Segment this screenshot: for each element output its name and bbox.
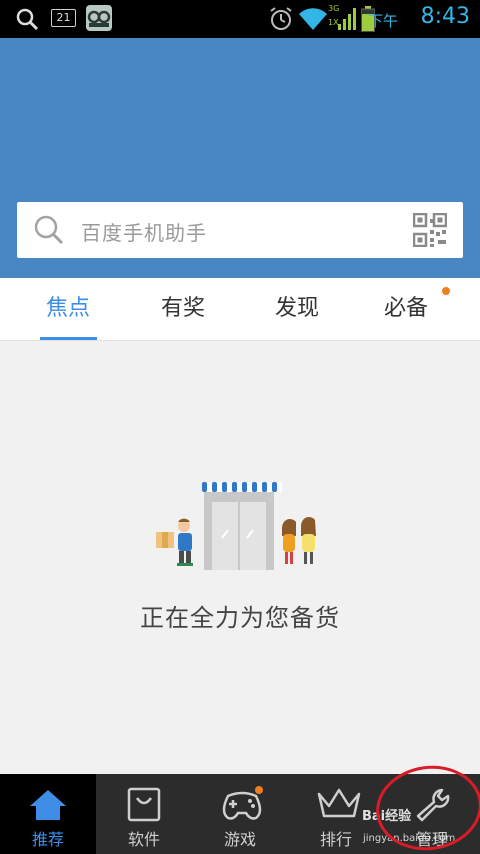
home-icon <box>30 790 66 820</box>
status-time: 8:43 <box>420 4 470 29</box>
active-tab-indicator <box>40 337 97 340</box>
status-ampm: 下午 <box>367 12 398 30</box>
signal-icon <box>338 8 356 30</box>
nav-software[interactable]: 软件 <box>96 774 192 854</box>
nav-recommend-label: 推荐 <box>31 830 64 849</box>
essentials-badge-dot <box>442 287 450 295</box>
calendar-icon: 21 <box>51 9 76 27</box>
qr-scan-icon[interactable] <box>413 213 447 247</box>
tab-rewards[interactable]: 有奖 <box>123 278 243 341</box>
empty-state-panel: 正在全力为您备货 <box>0 342 480 774</box>
tab-focus[interactable]: 焦点 <box>8 278 128 341</box>
wifi-icon <box>299 8 327 30</box>
nav-games-label: 游戏 <box>223 830 256 849</box>
search-bar[interactable]: 百度手机助手 <box>17 202 463 258</box>
tab-bar: 焦点 有奖 发现 必备 <box>0 278 480 341</box>
status-bar: 21 3G 1X 下午 8:43 <box>0 0 480 38</box>
crown-icon <box>317 788 361 818</box>
nav-software-label: 软件 <box>127 830 160 849</box>
header-banner: 百度手机助手 <box>0 38 480 278</box>
shopping-bag-icon <box>127 787 161 822</box>
nav-games[interactable]: 游戏 <box>192 774 288 854</box>
games-badge-dot <box>255 786 263 794</box>
tab-discover[interactable]: 发现 <box>237 278 357 341</box>
alarm-icon <box>270 7 292 30</box>
nav-recommend[interactable]: 推荐 <box>0 774 96 854</box>
app-notification-icon <box>86 5 112 31</box>
search-icon <box>34 215 64 245</box>
search-icon <box>16 8 39 31</box>
empty-state-message: 正在全力为您备货 <box>140 604 340 632</box>
search-placeholder[interactable]: 百度手机助手 <box>81 217 207 246</box>
shop-loading-illustration <box>156 482 316 570</box>
